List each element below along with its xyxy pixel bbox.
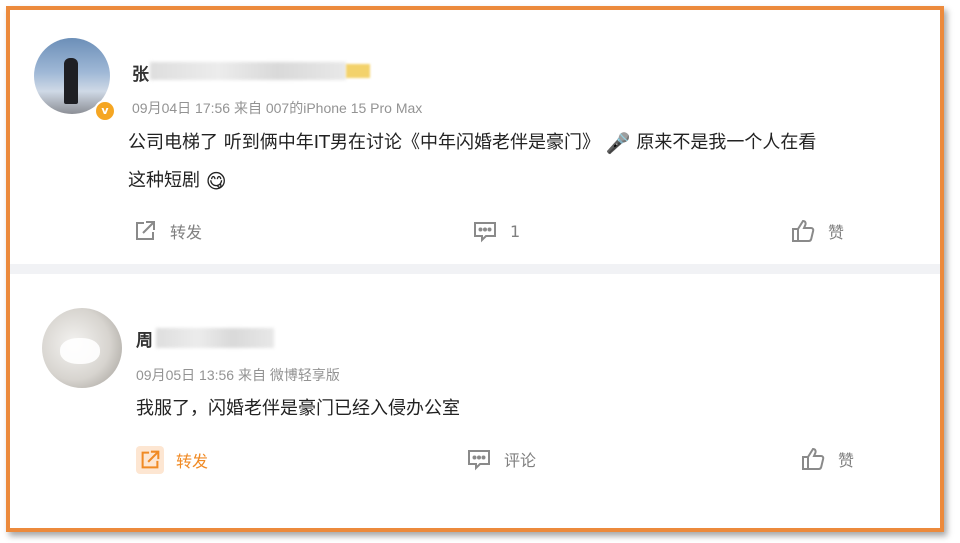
repost-button[interactable]: 转发	[132, 218, 202, 244]
like-button[interactable]: 赞	[790, 218, 844, 244]
content-line-1: 公司电梯了 听到俩中年IT男在讨论《中年闪婚老伴是豪门》	[128, 132, 601, 153]
like-label: 赞	[828, 223, 845, 242]
content-line-1: 我服了，闪婚老伴是豪门已经入侵办公室	[136, 398, 460, 419]
username[interactable]: 张	[132, 60, 149, 85]
repost-label: 转发	[170, 223, 203, 242]
content-line-1-end: 原来不是我一个人在看	[636, 132, 817, 153]
repost-icon	[132, 218, 158, 244]
avatar-figure	[64, 58, 78, 104]
content-line-2: 这种短剧	[128, 170, 200, 191]
yummy-face-emoji-icon: 😋	[205, 169, 227, 193]
microphone-emoji-icon: 🎤	[605, 131, 631, 155]
comment-item-2: 周 09月05日 13:56 来自 微博轻享版 我服了，闪婚老伴是豪门已经入侵办…	[10, 274, 940, 528]
comment-icon	[472, 218, 498, 244]
comment-button[interactable]: 评论	[466, 446, 536, 472]
post-content: 我服了，闪婚老伴是豪门已经入侵办公室	[136, 390, 916, 428]
repost-icon	[136, 446, 164, 474]
divider	[10, 264, 940, 274]
username-blur-badge	[346, 64, 370, 78]
verified-badge-icon: v	[94, 100, 116, 122]
comment-item-1: v 张 09月04日 17:56 来自 007的iPhone 15 Pro Ma…	[10, 10, 940, 264]
like-button[interactable]: 赞	[800, 446, 854, 472]
repost-label: 转发	[176, 452, 209, 471]
comment-icon	[466, 446, 492, 472]
like-icon	[800, 446, 826, 472]
username-blur-mask	[156, 328, 274, 348]
avatar[interactable]	[42, 308, 122, 388]
username-blur-mask	[150, 62, 346, 80]
avatar-blob	[60, 338, 100, 364]
like-icon	[790, 218, 816, 244]
like-label: 赞	[838, 451, 855, 470]
post-meta: 09月05日 13:56 来自 微博轻享版	[136, 367, 340, 383]
post-meta: 09月04日 17:56 来自 007的iPhone 15 Pro Max	[132, 100, 423, 116]
comment-label: 评论	[504, 451, 537, 470]
post-content: 公司电梯了 听到俩中年IT男在讨论《中年闪婚老伴是豪门》 🎤 原来不是我一个人在…	[128, 124, 938, 200]
comment-count: 1	[510, 221, 521, 241]
username[interactable]: 周	[136, 326, 153, 351]
repost-button[interactable]: 转发	[136, 446, 208, 474]
comment-button[interactable]: 1	[472, 218, 520, 244]
screenshot-frame: v 张 09月04日 17:56 来自 007的iPhone 15 Pro Ma…	[6, 6, 944, 532]
